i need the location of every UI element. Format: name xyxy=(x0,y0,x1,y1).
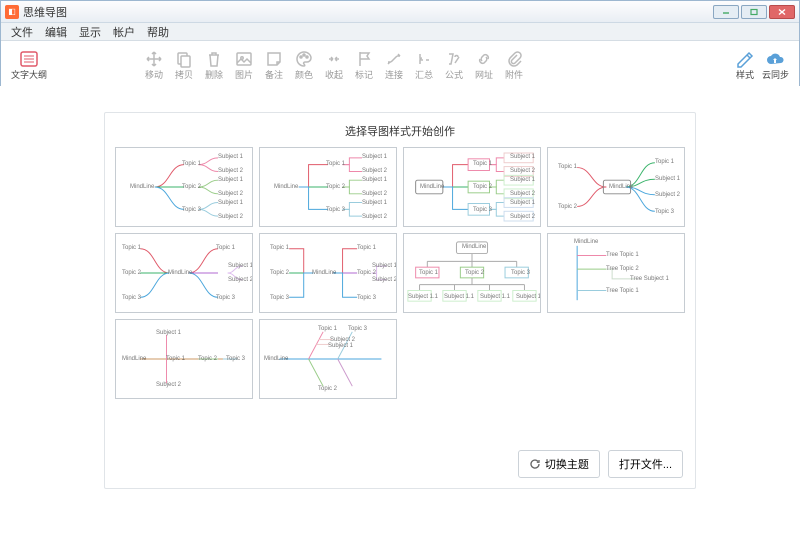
outline-button[interactable]: 文字大纲 xyxy=(9,48,49,80)
window-controls xyxy=(713,5,795,19)
copy-icon xyxy=(173,48,195,70)
attach-button[interactable]: 附件 xyxy=(499,48,529,80)
copy-button[interactable]: 拷贝 xyxy=(169,48,199,80)
switch-theme-button[interactable]: 切换主题 xyxy=(518,450,600,478)
color-button[interactable]: 颜色 xyxy=(289,48,319,80)
image-button[interactable]: 图片 xyxy=(229,48,259,80)
open-file-button[interactable]: 打开文件... xyxy=(608,450,683,478)
url-icon xyxy=(473,48,495,70)
menu-help[interactable]: 帮助 xyxy=(141,24,175,40)
template-2[interactable]: MindLine Topic 1 Topic 2 Topic 3 Subject… xyxy=(259,147,397,227)
template-7[interactable]: MindLine Topic 1 Topic 2 Topic 3 Subject… xyxy=(403,233,541,313)
maximize-button[interactable] xyxy=(741,5,767,19)
template-8[interactable]: MindLine Tree Topic 1 Tree Topic 2 Tree … xyxy=(547,233,685,313)
template-panel: 选择导图样式开始创作 MindLine Topic 1 Topic 2 xyxy=(104,112,696,489)
template-10[interactable]: MindLine Topic 1 Topic 3 Topic 2 Subject… xyxy=(259,319,397,399)
attach-icon xyxy=(503,48,525,70)
template-grid: MindLine Topic 1 Topic 2 Topic 3 Subject… xyxy=(115,147,685,399)
link-icon xyxy=(383,48,405,70)
note-icon xyxy=(263,48,285,70)
delete-button[interactable]: 删除 xyxy=(199,48,229,80)
link-button[interactable]: 连接 xyxy=(379,48,409,80)
url-button[interactable]: 网址 xyxy=(469,48,499,80)
panel-footer: 切换主题 打开文件... xyxy=(518,450,683,478)
menu-file[interactable]: 文件 xyxy=(5,24,39,40)
app-icon: ◧ xyxy=(5,5,19,19)
template-4[interactable]: MindLine Topic 1 Topic 2 Topic 1 Subject… xyxy=(547,147,685,227)
template-6[interactable]: MindLine Topic 1 Topic 2 Topic 3 Topic 1… xyxy=(259,233,397,313)
panel-title: 选择导图样式开始创作 xyxy=(115,121,685,147)
palette-icon xyxy=(293,48,315,70)
close-button[interactable] xyxy=(769,5,795,19)
toolbar: 文字大纲 移动 拷贝 删除 图片 备注 颜色 收起 标记 连接 汇总 公式 网址… xyxy=(1,41,799,87)
template-3[interactable]: MindLine Topic 1 Topic 2 Topic 3 Subject… xyxy=(403,147,541,227)
move-button[interactable]: 移动 xyxy=(139,48,169,80)
outline-icon xyxy=(18,48,40,70)
collapse-icon xyxy=(323,48,345,70)
image-icon xyxy=(233,48,255,70)
menu-edit[interactable]: 编辑 xyxy=(39,24,73,40)
flag-button[interactable]: 标记 xyxy=(349,48,379,80)
summary-button[interactable]: 汇总 xyxy=(409,48,439,80)
template-1[interactable]: MindLine Topic 1 Topic 2 Topic 3 Subject… xyxy=(115,147,253,227)
menu-account[interactable]: 帐户 xyxy=(107,24,141,40)
minimize-button[interactable] xyxy=(713,5,739,19)
template-9[interactable]: MindLine Subject 1 Subject 2 Topic 1 Top… xyxy=(115,319,253,399)
refresh-icon xyxy=(529,458,541,470)
menu-bar: 文件 编辑 显示 帐户 帮助 xyxy=(1,23,799,41)
trash-icon xyxy=(203,48,225,70)
collapse-button[interactable]: 收起 xyxy=(319,48,349,80)
title-bar: ◧ 思维导图 xyxy=(1,1,799,23)
formula-button[interactable]: 公式 xyxy=(439,48,469,80)
window-title: 思维导图 xyxy=(23,4,713,20)
cloud-button[interactable]: 云同步 xyxy=(760,48,791,80)
move-icon xyxy=(143,48,165,70)
main-area: 选择导图样式开始创作 MindLine Topic 1 Topic 2 xyxy=(0,86,800,533)
formula-icon xyxy=(443,48,465,70)
template-5[interactable]: MindLine Topic 1 Topic 2 Topic 3 Topic 1… xyxy=(115,233,253,313)
style-icon xyxy=(734,48,756,70)
note-button[interactable]: 备注 xyxy=(259,48,289,80)
summary-icon xyxy=(413,48,435,70)
cloud-icon xyxy=(764,48,786,70)
flag-icon xyxy=(353,48,375,70)
menu-view[interactable]: 显示 xyxy=(73,24,107,40)
style-button[interactable]: 样式 xyxy=(730,48,760,80)
